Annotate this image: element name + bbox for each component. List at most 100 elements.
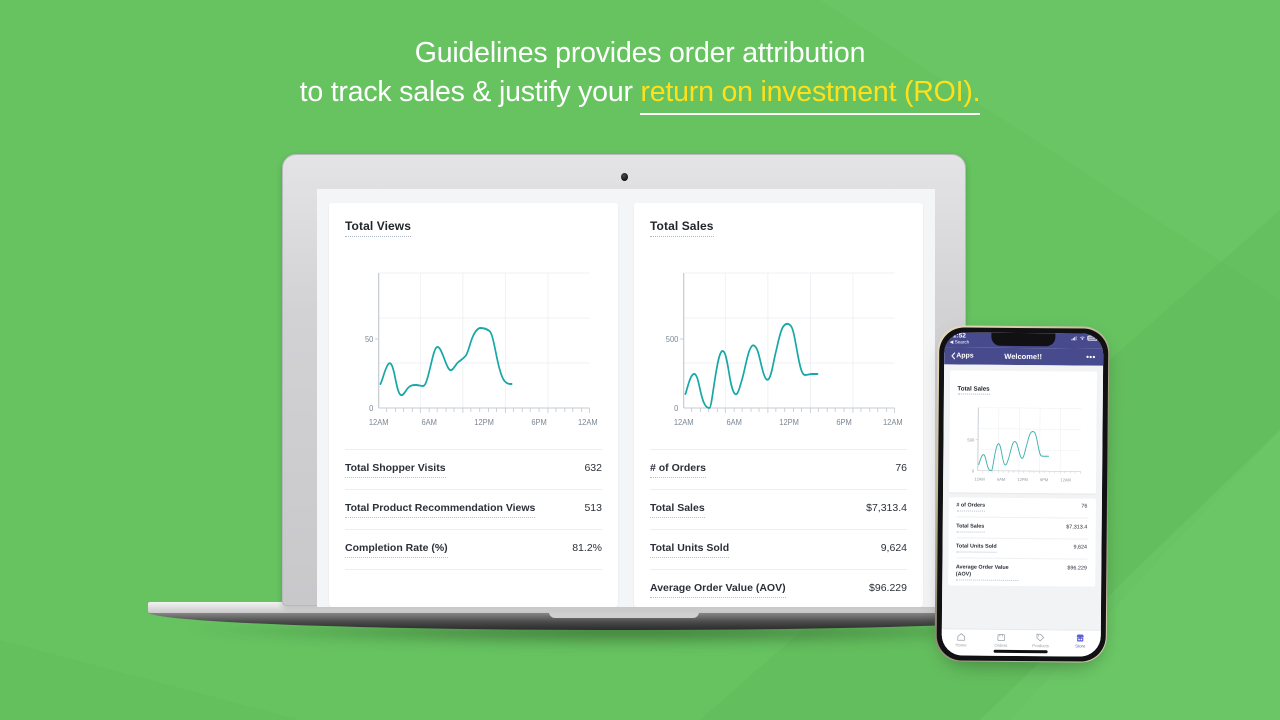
svg-text:6AM: 6AM xyxy=(997,476,1006,481)
table-row: Total Product Recommendation Views 513 xyxy=(345,489,602,529)
chart-total-sales: 500 0 12AM 6AM 12PM 6PM 12AM xyxy=(650,255,907,443)
stat-value: 9,624 xyxy=(880,542,907,554)
svg-text:12AM: 12AM xyxy=(883,418,903,428)
list-item: Total Units Sold 9,624 xyxy=(955,537,1088,560)
svg-text:12AM: 12AM xyxy=(369,418,389,428)
list-item: Average Order Value (AOV) $96.229 xyxy=(955,558,1087,586)
tab-label: Orders xyxy=(994,642,1008,648)
phone-card-title: Total Sales xyxy=(957,384,990,395)
stat-label: # of Orders xyxy=(956,502,986,512)
status-time: 1:52 xyxy=(952,331,966,340)
stat-value: 76 xyxy=(895,462,907,474)
table-row: Total Sales $7,313.4 xyxy=(650,489,907,529)
svg-text:12PM: 12PM xyxy=(779,418,799,428)
headline-line-2: to track sales & justify your return on … xyxy=(0,73,1280,115)
nav-more-menu-icon[interactable]: ••• xyxy=(1086,352,1096,361)
status-back-to-search[interactable]: ◀ Search xyxy=(950,339,969,345)
phone-stats-list: # of Orders 76 Total Sales $7,313.4 Tota… xyxy=(947,496,1096,587)
stat-value: 76 xyxy=(1081,503,1088,510)
svg-text:6PM: 6PM xyxy=(836,418,852,428)
table-row: # of Orders 76 xyxy=(650,449,907,489)
headline-line-2-prefix: to track sales & justify your xyxy=(299,76,641,108)
wifi-icon xyxy=(1079,336,1085,340)
headline-line-1: Guidelines provides order attribution xyxy=(414,37,866,69)
stats-list-total-sales: # of Orders 76 Total Sales $7,313.4 Tota… xyxy=(650,449,907,607)
phone-content: Total Sales 500 0 12AM 6AM 12PM 6PM 12AM… xyxy=(941,363,1103,657)
nav-title: Welcome!! xyxy=(1004,351,1043,361)
laptop-lid: Total Views 50 0 12AM 6AM 12PM 6PM 12AM … xyxy=(282,154,966,607)
laptop-screen: Total Views 50 0 12AM 6AM 12PM 6PM 12AM … xyxy=(317,189,935,607)
svg-text:12AM: 12AM xyxy=(578,418,598,428)
stat-value: $96.229 xyxy=(869,582,907,594)
stat-label: Total Sales xyxy=(956,522,985,533)
stat-label: Total Shopper Visits xyxy=(345,462,446,478)
stat-value: 513 xyxy=(584,502,602,514)
home-indicator xyxy=(993,649,1048,653)
list-item: # of Orders 76 xyxy=(956,496,1088,519)
svg-text:6AM: 6AM xyxy=(726,418,742,428)
status-system-icons xyxy=(1070,335,1097,341)
svg-text:500: 500 xyxy=(666,335,679,345)
svg-text:6PM: 6PM xyxy=(531,418,547,428)
battery-icon xyxy=(1086,335,1097,341)
phone-notch xyxy=(991,332,1056,346)
stat-label: Average Order Value (AOV) xyxy=(955,563,1018,581)
table-row: Average Order Value (AOV) $96.229 xyxy=(650,569,907,607)
svg-text:6PM: 6PM xyxy=(1040,477,1049,482)
svg-text:0: 0 xyxy=(369,404,374,414)
stat-label: Total Units Sold xyxy=(955,543,997,553)
stat-label: Total Units Sold xyxy=(650,542,730,558)
svg-text:12AM: 12AM xyxy=(674,418,694,428)
tab-label: Home xyxy=(955,641,967,648)
stat-label: Total Sales xyxy=(650,502,705,518)
tab-home[interactable]: Home xyxy=(941,632,981,647)
stat-label: Total Product Recommendation Views xyxy=(345,502,536,518)
stat-value: 9,624 xyxy=(1073,544,1088,551)
stat-label: Average Order Value (AOV) xyxy=(650,582,786,598)
phone-chart-total-sales: 500 0 12AM 6AM 12PM 6PM 12AM xyxy=(957,399,1089,494)
list-item: Total Sales $7,313.4 xyxy=(956,517,1088,540)
tab-products[interactable]: Products xyxy=(1021,632,1061,648)
chart-total-views: 50 0 12AM 6AM 12PM 6PM 12AM xyxy=(345,255,602,443)
table-row: Total Shopper Visits 632 xyxy=(345,449,602,489)
laptop-mockup: Total Views 50 0 12AM 6AM 12PM 6PM 12AM … xyxy=(148,154,1100,654)
stats-list-total-views: Total Shopper Visits 632 Total Product R… xyxy=(345,449,602,570)
dashboard: Total Views 50 0 12AM 6AM 12PM 6PM 12AM … xyxy=(317,189,935,607)
phone-body: 1:52 ◀ Search Apps Welcome!! ••• Total S… xyxy=(936,326,1108,662)
card-total-views: Total Views 50 0 12AM 6AM 12PM 6PM 12AM … xyxy=(329,203,618,607)
tab-orders[interactable]: Orders xyxy=(981,632,1021,647)
svg-text:6AM: 6AM xyxy=(421,418,437,428)
svg-text:12PM: 12PM xyxy=(1017,476,1028,481)
stat-label: # of Orders xyxy=(650,462,707,478)
card-title-total-sales: Total Sales xyxy=(650,219,714,237)
headline: Guidelines provides order attribution to… xyxy=(0,34,1280,115)
stat-value: $96.229 xyxy=(1067,564,1087,572)
headline-highlight-roi: return on investment (ROI). xyxy=(640,76,981,115)
tag-icon xyxy=(1036,633,1045,641)
svg-text:12AM: 12AM xyxy=(974,476,985,481)
svg-text:0: 0 xyxy=(674,404,679,414)
stat-label: Completion Rate (%) xyxy=(345,542,448,558)
stat-value: $7,313.4 xyxy=(1066,523,1088,531)
svg-text:12PM: 12PM xyxy=(474,418,494,428)
signal-icon xyxy=(1070,336,1077,341)
orders-icon xyxy=(997,633,1005,641)
phone-mockup: 1:52 ◀ Search Apps Welcome!! ••• Total S… xyxy=(934,325,1110,667)
store-icon xyxy=(1076,634,1084,641)
stat-value: $7,313.4 xyxy=(866,502,907,514)
tab-label: Products xyxy=(1032,642,1049,648)
phone-status-bar: 1:52 ◀ Search xyxy=(943,331,1103,349)
svg-text:0: 0 xyxy=(971,468,974,473)
stats-bottom-divider xyxy=(345,569,602,570)
laptop-base-notch xyxy=(549,610,699,618)
card-title-total-views: Total Views xyxy=(345,219,412,237)
svg-text:500: 500 xyxy=(967,437,975,442)
stat-value: 81.2% xyxy=(572,542,602,554)
phone-screen: 1:52 ◀ Search Apps Welcome!! ••• Total S… xyxy=(941,331,1103,657)
tab-label: Store xyxy=(1075,642,1086,649)
home-icon xyxy=(957,632,965,641)
table-row: Total Units Sold 9,624 xyxy=(650,529,907,569)
tab-store[interactable]: Store xyxy=(1060,633,1100,648)
svg-text:12AM: 12AM xyxy=(1060,477,1071,482)
phone-nav-bar: Apps Welcome!! ••• xyxy=(943,346,1103,366)
